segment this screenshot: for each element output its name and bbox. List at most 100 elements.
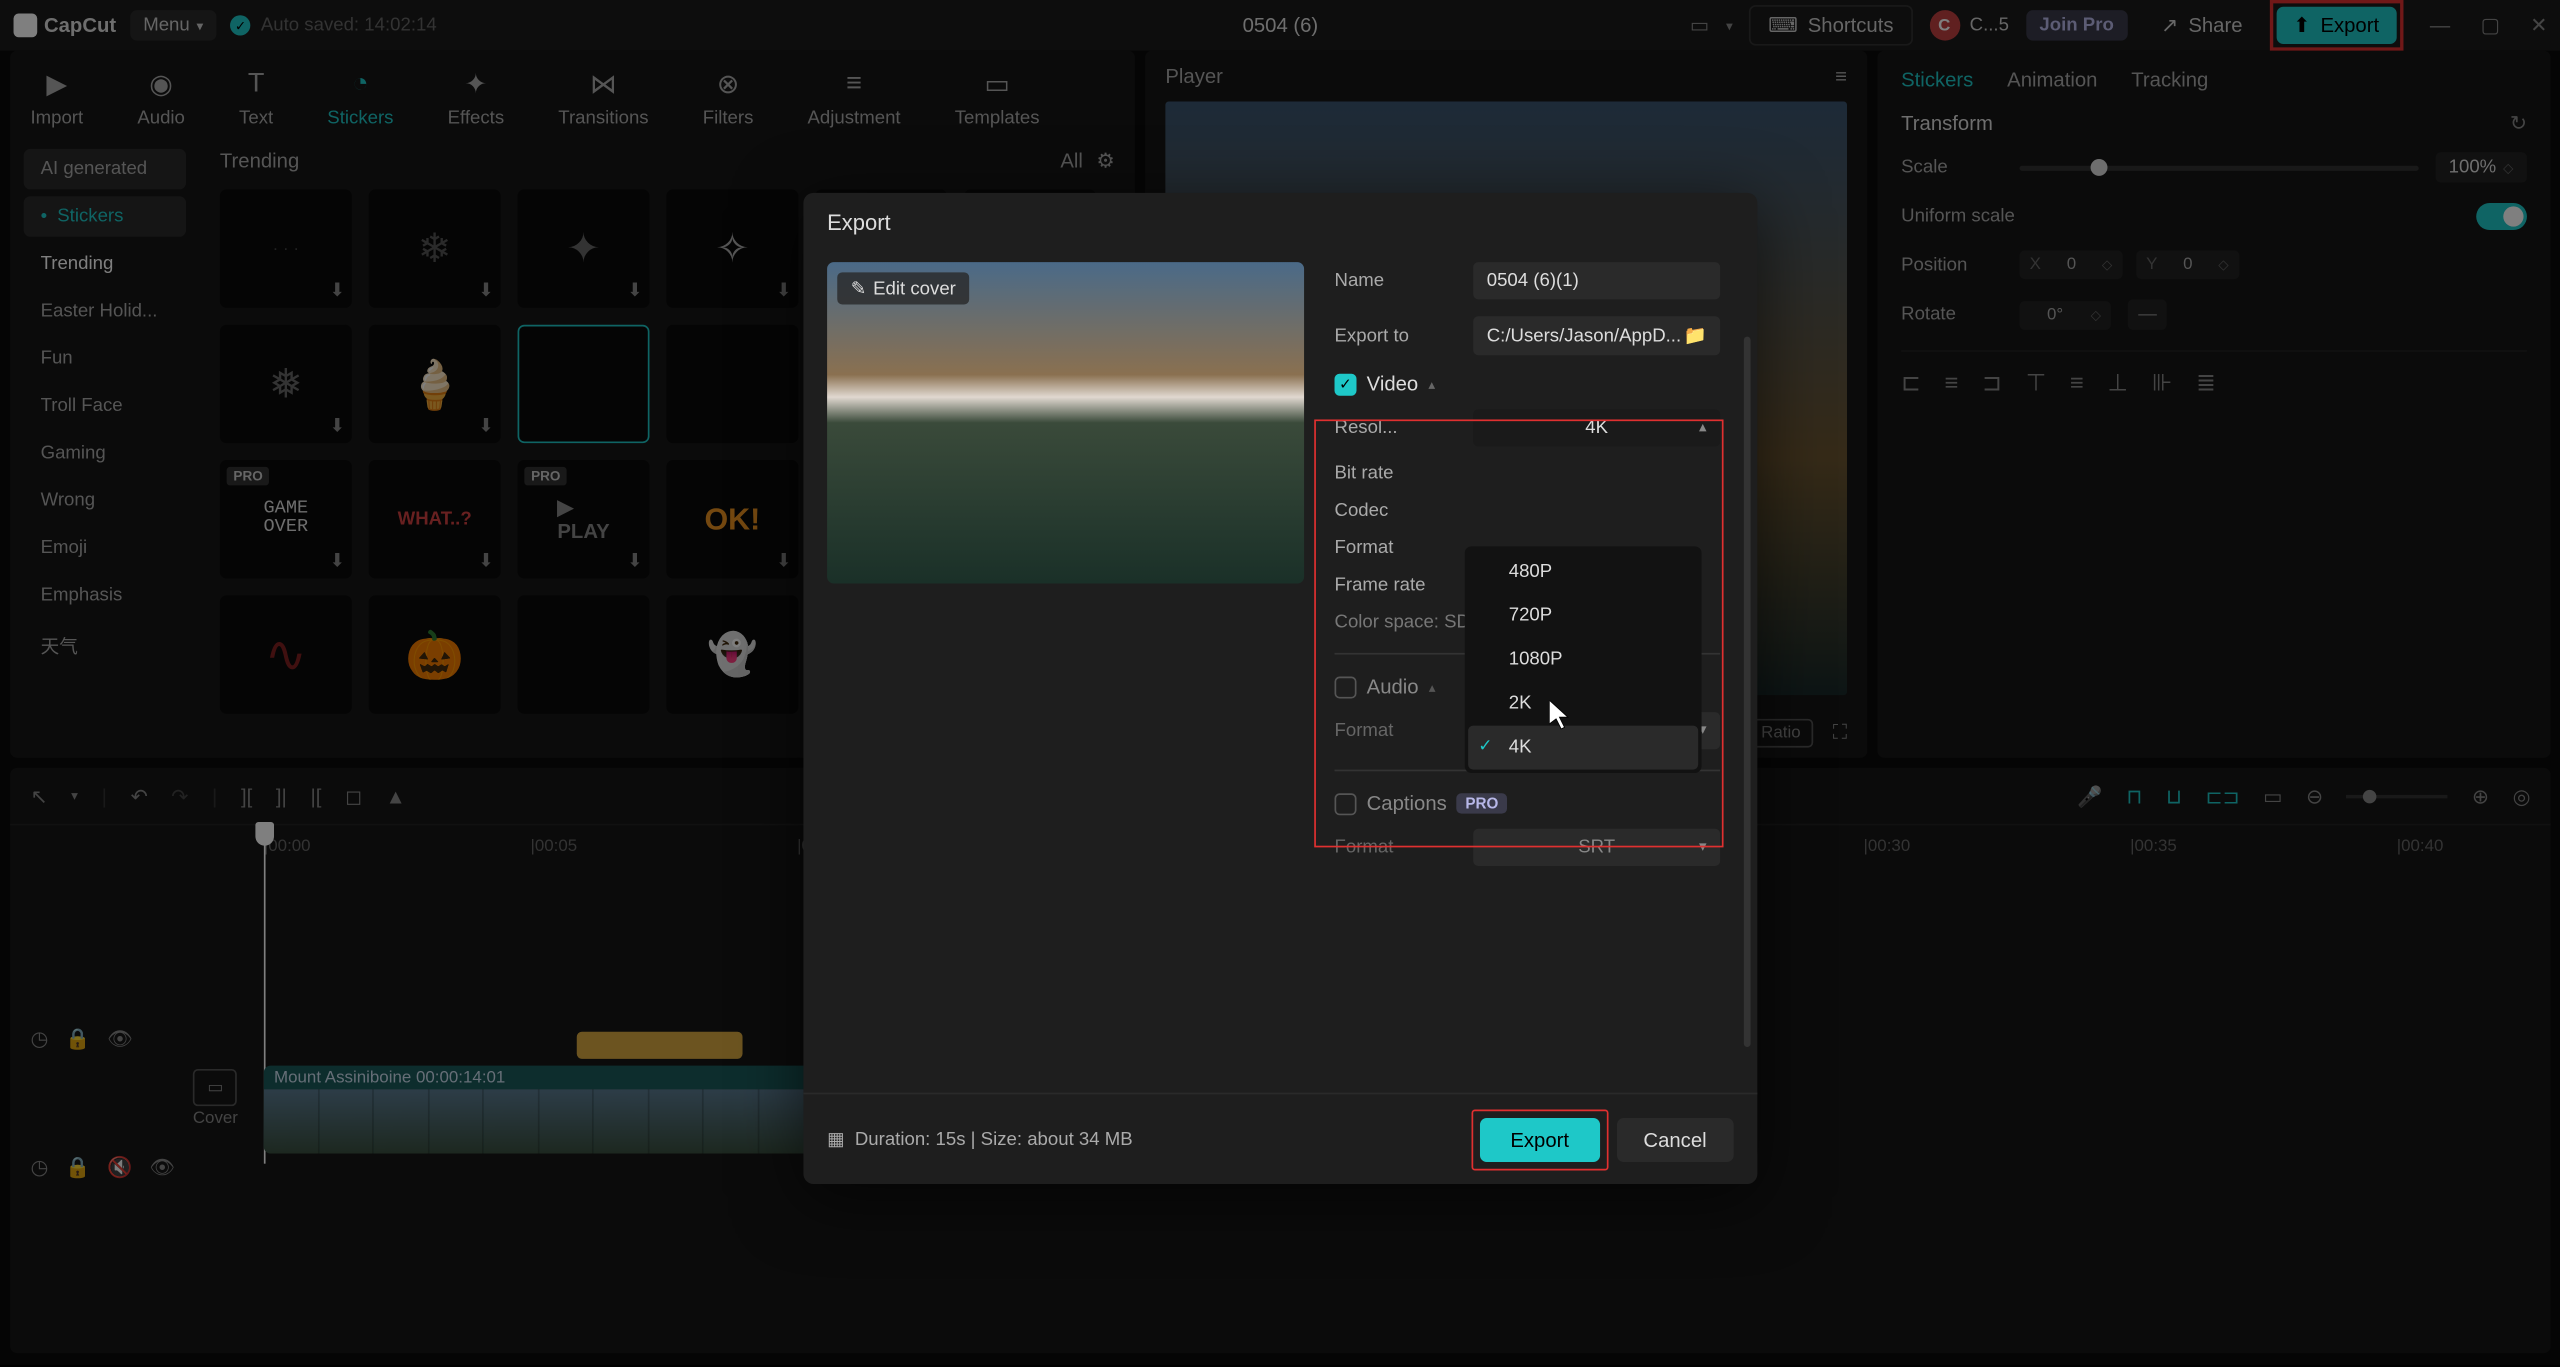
sticker-thumb[interactable]: ∿ — [220, 595, 352, 713]
sidebar-easter[interactable]: Easter Holid... — [24, 291, 186, 332]
sticker-thumb[interactable]: · · ·⬇ — [220, 189, 352, 307]
layout-icon[interactable]: ▭ — [1690, 14, 1709, 38]
mute-icon[interactable]: 🔇 — [107, 1155, 132, 1179]
rotate-value[interactable]: 0°◇ — [2020, 300, 2112, 329]
distribute-h-icon[interactable]: ⊪ — [2152, 369, 2173, 398]
position-x[interactable]: X0◇ — [2020, 250, 2123, 279]
uniform-toggle[interactable] — [2476, 203, 2527, 230]
cover-button[interactable]: ▭ Cover — [193, 1069, 238, 1128]
sticker-thumb-selected[interactable] — [518, 325, 650, 443]
fit-icon[interactable]: ◎ — [2513, 784, 2531, 808]
magnet-icon[interactable]: ⊔ — [2166, 784, 2182, 808]
sticker-thumb[interactable]: PROGAMEOVER⬇ — [220, 460, 352, 578]
shortcuts-button[interactable]: ⌨ Shortcuts — [1750, 5, 1912, 46]
download-icon[interactable]: ⬇ — [627, 550, 643, 572]
split-icon[interactable]: ][ — [241, 784, 252, 808]
sticker-thumb[interactable]: 👻 — [666, 595, 798, 713]
mic-icon[interactable]: 🎤 — [2077, 784, 2102, 808]
sidebar-gaming[interactable]: Gaming — [24, 433, 186, 474]
exportto-input[interactable]: C:/Users/Jason/AppD... 📁 — [1473, 316, 1720, 355]
clock-icon[interactable]: ◷ — [30, 1155, 48, 1179]
download-icon[interactable]: ⬇ — [478, 414, 494, 436]
chevron-down-icon[interactable]: ▾ — [71, 788, 78, 803]
eye-icon[interactable]: 👁 — [107, 1027, 133, 1051]
insp-tab-stickers[interactable]: Stickers — [1901, 68, 1973, 92]
export-button-top[interactable]: ⬆ Export — [2276, 7, 2396, 44]
download-icon[interactable]: ⬇ — [776, 279, 792, 301]
filter-all[interactable]: All — [1060, 149, 1083, 173]
align-bottom-icon[interactable]: ⊥ — [2108, 369, 2129, 398]
checkbox-unchecked-icon[interactable] — [1335, 792, 1357, 814]
player-menu-icon[interactable]: ≡ — [1835, 64, 1847, 88]
share-button[interactable]: ↗ Share — [2144, 7, 2259, 44]
menu-button[interactable]: Menu▾ — [130, 10, 217, 40]
sticker-thumb[interactable] — [666, 325, 798, 443]
sticker-thumb[interactable]: OK!⬇ — [666, 460, 798, 578]
export-confirm-button[interactable]: Export — [1480, 1117, 1600, 1161]
tab-effects[interactable]: ✦Effects — [444, 61, 507, 135]
zoom-slider[interactable] — [2347, 794, 2448, 797]
sticker-thumb[interactable]: 🎃 — [369, 595, 501, 713]
distribute-v-icon[interactable]: ≣ — [2196, 369, 2216, 398]
lock-icon[interactable]: 🔒 — [65, 1155, 90, 1179]
sticker-thumb[interactable]: 🍦⬇ — [369, 325, 501, 443]
download-icon[interactable]: ⬇ — [627, 279, 643, 301]
split-left-icon[interactable]: ]| — [276, 784, 287, 808]
captions-format-select[interactable]: SRT▾ — [1473, 829, 1720, 866]
download-icon[interactable]: ⬇ — [478, 550, 494, 572]
insp-tab-animation[interactable]: Animation — [2007, 68, 2097, 92]
ratio-button[interactable]: Ratio — [1749, 719, 1812, 748]
dropdown-option-1080p[interactable]: 1080P — [1468, 638, 1698, 682]
join-pro-button[interactable]: Join Pro — [2026, 10, 2128, 40]
folder-icon[interactable]: 📁 — [1683, 325, 1706, 347]
sticker-thumb[interactable]: WHAT..?⬇ — [369, 460, 501, 578]
tab-stickers[interactable]: ◔Stickers — [324, 61, 397, 135]
sticker-thumb[interactable] — [518, 595, 650, 713]
tab-text[interactable]: TText — [236, 61, 277, 135]
captions-section-header[interactable]: Captions PRO — [1335, 792, 1721, 816]
close-icon[interactable]: ✕ — [2530, 14, 2547, 38]
dropdown-option-2k[interactable]: 2K — [1468, 682, 1698, 726]
resolution-select[interactable]: 4K▴ — [1473, 409, 1720, 446]
download-icon[interactable]: ⬇ — [776, 550, 792, 572]
checkbox-unchecked-icon[interactable] — [1335, 676, 1357, 698]
sidebar-stickers[interactable]: Stickers — [24, 196, 186, 237]
minimize-icon[interactable]: — — [2430, 14, 2450, 38]
user-menu[interactable]: C C...5 — [1929, 10, 2009, 40]
align-left-icon[interactable]: ⊏ — [1901, 369, 1921, 398]
magnet-main-icon[interactable]: ⊓ — [2126, 784, 2142, 808]
link-icon[interactable]: ⊏⊐ — [2205, 784, 2239, 808]
clock-icon[interactable]: ◷ — [30, 1027, 48, 1051]
sidebar-ai-generated[interactable]: AI generated — [24, 149, 186, 190]
scale-value[interactable]: 100%◇ — [2435, 152, 2527, 182]
download-icon[interactable]: ⬇ — [478, 279, 494, 301]
align-center-h-icon[interactable]: ≡ — [1945, 369, 1959, 398]
sidebar-trending[interactable]: Trending — [24, 244, 186, 285]
crop-icon[interactable]: ◻ — [345, 784, 362, 808]
flip-icon[interactable]: — — [2128, 299, 2167, 329]
dropdown-option-720p[interactable]: 720P — [1468, 594, 1698, 638]
edit-cover-button[interactable]: ✎ Edit cover — [837, 272, 969, 304]
cancel-button[interactable]: Cancel — [1616, 1117, 1733, 1161]
tab-import[interactable]: ▶Import — [27, 61, 87, 135]
eye-icon[interactable]: 👁 — [150, 1155, 176, 1179]
tab-adjustment[interactable]: ≡Adjustment — [804, 61, 904, 135]
download-icon[interactable]: ⬇ — [329, 279, 345, 301]
dropdown-option-4k[interactable]: ✓4K — [1468, 726, 1698, 770]
sticker-thumb[interactable]: ❄⬇ — [369, 189, 501, 307]
video-section-header[interactable]: ✓ Video ▴ — [1335, 372, 1721, 396]
sidebar-emoji[interactable]: Emoji — [24, 528, 186, 569]
redo-icon[interactable]: ↷ — [171, 784, 188, 808]
zoom-in-icon[interactable]: ⊕ — [2472, 784, 2489, 808]
chevron-down-icon[interactable]: ▾ — [1726, 18, 1733, 33]
align-top-icon[interactable]: ⊤ — [2026, 369, 2047, 398]
pointer-icon[interactable]: ↖ — [30, 784, 47, 808]
tab-templates[interactable]: ▭Templates — [951, 61, 1043, 135]
sidebar-wrong[interactable]: Wrong — [24, 480, 186, 521]
fullscreen-icon[interactable]: ⛶ — [1833, 721, 1847, 746]
insp-tab-tracking[interactable]: Tracking — [2131, 68, 2208, 92]
preview-icon[interactable]: ▭ — [2263, 784, 2282, 808]
align-right-icon[interactable]: ⊐ — [1982, 369, 2002, 398]
tab-audio[interactable]: ◉Audio — [134, 61, 188, 135]
tab-filters[interactable]: ⊗Filters — [699, 61, 756, 135]
